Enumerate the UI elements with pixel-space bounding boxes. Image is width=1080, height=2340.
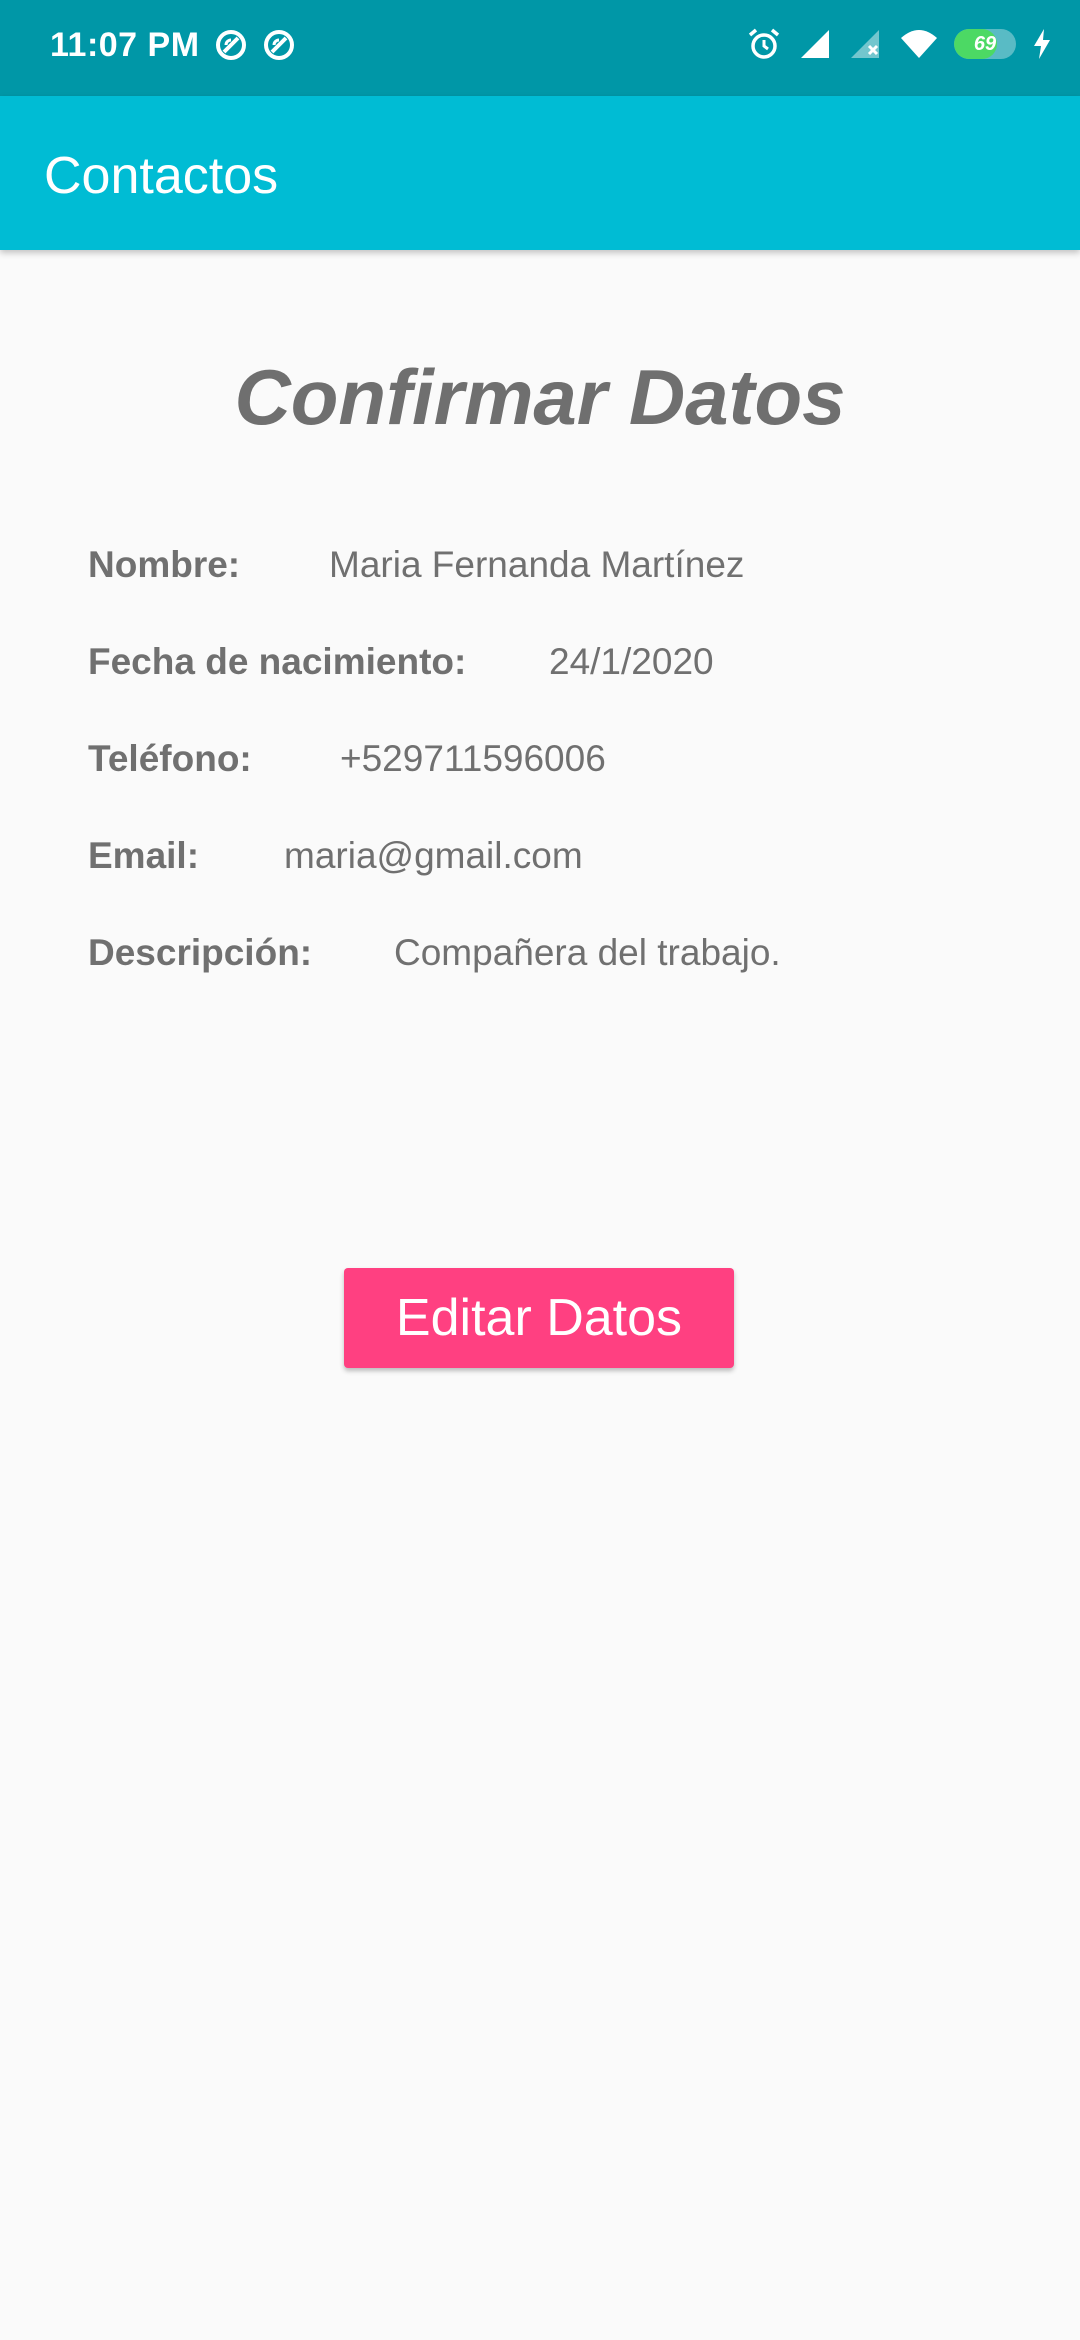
vpn-icon	[264, 30, 294, 60]
signal-x-icon	[851, 30, 879, 58]
status-time: 11:07 PM	[50, 26, 200, 64]
field-descripcion: Descripción: Compañera del trabajo.	[88, 932, 781, 974]
field-value: Compañera del trabajo.	[394, 932, 781, 973]
signal-icon	[801, 30, 829, 58]
field-nombre: Nombre: Maria Fernanda Martínez	[88, 544, 744, 586]
field-label: Email:	[88, 835, 200, 876]
field-value: 24/1/2020	[549, 641, 714, 682]
battery-icon: 69	[954, 29, 1016, 59]
vpn-icon	[216, 30, 246, 60]
field-fecha-nacimiento: Fecha de nacimiento: 24/1/2020	[88, 641, 714, 683]
app-title: Contactos	[44, 147, 279, 205]
field-value: +529711596006	[340, 738, 606, 779]
wifi-icon	[901, 30, 937, 58]
field-label: Fecha de nacimiento:	[88, 641, 467, 682]
field-label: Descripción:	[88, 932, 313, 973]
field-label: Teléfono:	[88, 738, 252, 779]
alarm-icon	[748, 28, 780, 59]
field-label: Nombre:	[88, 544, 241, 585]
field-value: Maria Fernanda Martínez	[329, 544, 745, 585]
field-telefono: Teléfono: +529711596006	[88, 738, 606, 780]
field-value: maria@gmail.com	[284, 835, 583, 876]
page-title: Confirmar Datos	[234, 353, 846, 441]
field-email: Email: maria@gmail.com	[88, 835, 583, 877]
charging-icon	[1034, 29, 1050, 59]
battery-percentage: 69	[973, 33, 997, 55]
status-notification-icons	[214, 28, 296, 62]
status-system-icons: 69	[746, 26, 1052, 62]
status-bar: 11:07 PM 69	[0, 0, 1080, 96]
edit-data-button[interactable]: Editar Datos	[344, 1268, 734, 1368]
app-bar: Contactos	[0, 96, 1080, 250]
